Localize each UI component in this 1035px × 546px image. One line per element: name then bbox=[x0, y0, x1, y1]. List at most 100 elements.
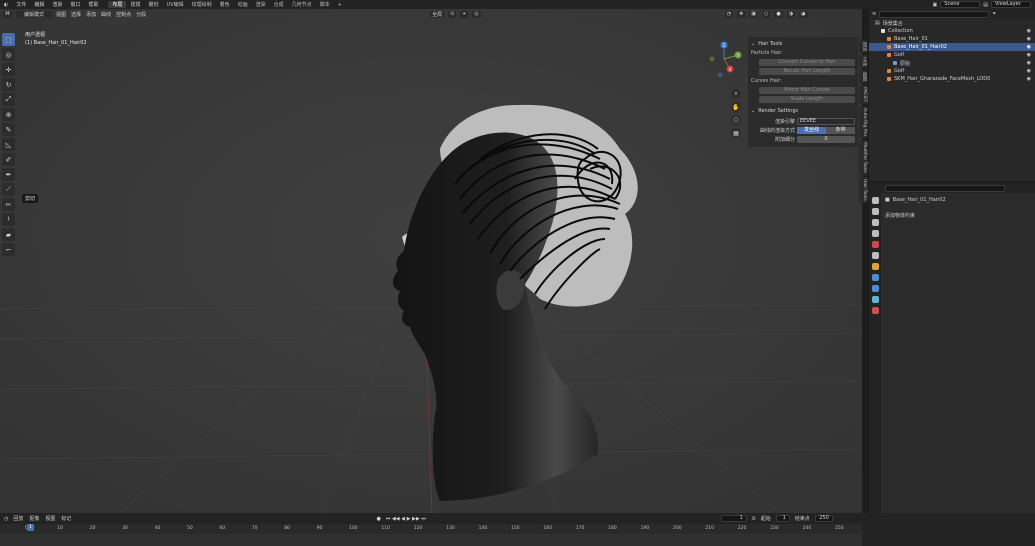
workspace-tab[interactable]: 着色 bbox=[216, 1, 234, 8]
zoom-icon[interactable]: ⌕ bbox=[731, 89, 741, 99]
timeline-ruler[interactable]: 0102030405060708090100110120130140150160… bbox=[0, 524, 862, 534]
mirror-curves-button[interactable]: Mirror Hair Curves bbox=[759, 87, 855, 94]
sidebar-tab[interactable]: 视图 bbox=[859, 70, 867, 83]
timeline-track[interactable] bbox=[0, 534, 862, 546]
visibility-eye-icon[interactable]: ◉ bbox=[1027, 76, 1035, 82]
snap-icon[interactable]: ⌖ bbox=[460, 10, 469, 18]
workspace-tab[interactable]: 雕刻 bbox=[144, 1, 162, 8]
scale-icon[interactable]: ⤢ bbox=[2, 93, 15, 106]
navigation-gizmo[interactable]: Z Y X bbox=[708, 39, 744, 89]
menu-item[interactable]: 渲染 bbox=[48, 1, 66, 8]
draw-icon[interactable]: ✐ bbox=[2, 153, 15, 166]
measure-icon[interactable]: ◺ bbox=[2, 138, 15, 151]
properties-search-input[interactable] bbox=[885, 184, 1005, 192]
workspace-tab[interactable]: UV编辑 bbox=[163, 1, 188, 8]
visibility-eye-icon[interactable]: ◉ bbox=[1027, 60, 1035, 66]
xray-icon[interactable]: ▣ bbox=[749, 10, 758, 18]
workspace-tab[interactable]: 几何节点 bbox=[288, 1, 316, 8]
timeline-menu-item[interactable]: 标记 bbox=[61, 515, 71, 522]
recalc-length-button[interactable]: Recalc Hair Length bbox=[759, 68, 855, 75]
sidebar-tab[interactable]: FACEIT bbox=[859, 85, 867, 105]
grid-view-icon[interactable]: ▦ bbox=[731, 128, 741, 138]
properties-tab-icon[interactable] bbox=[871, 230, 879, 237]
viewport-menu-item[interactable]: 视图 bbox=[56, 11, 66, 18]
proportional-edit-icon[interactable]: ◎ bbox=[472, 10, 481, 18]
workspace-tab[interactable]: 合成 bbox=[270, 1, 288, 8]
properties-tab-icon[interactable] bbox=[871, 241, 879, 248]
move-icon[interactable]: ✛ bbox=[2, 63, 15, 76]
timeline-menu-item[interactable]: 回放 bbox=[13, 515, 23, 522]
outliner-row[interactable]: Base_Hair_01 ◉ bbox=[869, 35, 1035, 43]
shading-rendered-icon[interactable]: ◕ bbox=[799, 10, 808, 18]
gizmo-icon[interactable]: ✥ bbox=[737, 10, 746, 18]
properties-tab-icon[interactable] bbox=[871, 296, 879, 303]
subdiv-field[interactable]: 0 bbox=[797, 136, 855, 143]
workspace-tab[interactable]: 纹理绘制 bbox=[188, 1, 216, 8]
viewport-menu-item[interactable]: 添加 bbox=[86, 11, 96, 18]
visibility-eye-icon[interactable]: ◉ bbox=[1027, 52, 1035, 58]
properties-tab-icon[interactable] bbox=[871, 219, 879, 226]
timeline-menu-item[interactable]: 视图 bbox=[45, 515, 55, 522]
record-icon[interactable]: ● bbox=[376, 516, 380, 522]
outliner-row[interactable]: Golf ◉ bbox=[869, 67, 1035, 75]
outliner-search-input[interactable] bbox=[879, 10, 990, 18]
radius-icon[interactable]: ⌐ bbox=[2, 243, 15, 256]
start-frame-field[interactable]: 1 bbox=[775, 515, 790, 522]
viewport-menu-item[interactable]: 选择 bbox=[71, 11, 81, 18]
view-layer-selector[interactable]: ViewLayer bbox=[991, 1, 1031, 8]
render-engine-dropdown[interactable]: EEVEE bbox=[797, 118, 855, 125]
properties-tab-icon[interactable] bbox=[871, 197, 879, 204]
annotate-icon[interactable]: ✎ bbox=[2, 123, 15, 136]
end-frame-field[interactable]: 250 bbox=[814, 515, 833, 522]
sidebar-tab[interactable]: Modifier Tools bbox=[859, 140, 867, 175]
visibility-eye-icon[interactable]: ◉ bbox=[1027, 68, 1035, 74]
scale-length-button[interactable]: Scale Length bbox=[759, 96, 855, 103]
viewport-menu-item[interactable]: 曲线 bbox=[101, 11, 111, 18]
workspace-tab[interactable]: 建模 bbox=[126, 1, 144, 8]
cursor-icon[interactable]: ◎ bbox=[2, 48, 15, 61]
outliner-row[interactable]: 原始 ◉ bbox=[869, 59, 1035, 67]
hair-tools-header[interactable]: ⌄ Hair Tools bbox=[751, 39, 855, 49]
properties-tab-icon[interactable] bbox=[871, 208, 879, 215]
pivot-icon[interactable]: ⊙ bbox=[448, 10, 457, 18]
overlay-icon[interactable]: ◔ bbox=[724, 10, 734, 18]
shading-material-icon[interactable]: ◑ bbox=[786, 10, 796, 18]
properties-tab-icon[interactable] bbox=[871, 307, 879, 314]
extrude-icon[interactable]: ⟋ bbox=[2, 183, 15, 196]
properties-tab-icon[interactable] bbox=[871, 252, 879, 259]
randomize-icon[interactable]: ▰ bbox=[2, 228, 15, 241]
playhead[interactable]: 1 bbox=[27, 524, 34, 531]
workspace-tab[interactable]: 动画 bbox=[234, 1, 252, 8]
rotate-icon[interactable]: ↻ bbox=[2, 78, 15, 91]
cut-icon[interactable]: ✂ bbox=[2, 198, 15, 211]
tilt-icon[interactable]: ⟊ bbox=[2, 213, 15, 226]
current-frame-field[interactable]: 1 bbox=[720, 515, 747, 522]
outliner-row[interactable]: Base_Hair_01_Hair02 ◉ bbox=[869, 43, 1035, 51]
properties-tab-icon[interactable] bbox=[871, 263, 879, 270]
add-constraint-button[interactable]: 添加物体约束 bbox=[885, 212, 915, 219]
transform-icon[interactable]: ⊕ bbox=[2, 108, 15, 121]
mode-selector[interactable]: 编辑模式 bbox=[16, 10, 52, 18]
pen-icon[interactable]: ✒ bbox=[2, 168, 15, 181]
3d-viewport[interactable]: ⌘ 编辑模式 视图 选择 添加 曲线 控制点 分段 全局 ⊙ ⌖ ◎ ◔ ✥ ▣ ○ ● … bbox=[0, 9, 862, 513]
timeline-menu-item[interactable]: 抠像 bbox=[29, 515, 39, 522]
pan-hand-icon[interactable]: ✋ bbox=[731, 102, 741, 112]
outliner-row[interactable]: Collection ◉ bbox=[869, 27, 1035, 35]
viewport-menu-item[interactable]: 分段 bbox=[136, 11, 146, 18]
outliner-row[interactable]: SKM_Hair_Gharazade_FaceMesh_LOD0 ◉ bbox=[869, 75, 1035, 83]
outliner-filter-icon[interactable]: ≡ bbox=[872, 11, 876, 17]
hair-mode-option[interactable]: 条带 bbox=[826, 127, 855, 134]
scene-selector[interactable]: Scene bbox=[940, 1, 981, 8]
select-box-icon[interactable]: ⬚ bbox=[2, 33, 15, 46]
visibility-eye-icon[interactable]: ◉ bbox=[1027, 36, 1035, 42]
scene-collection-row[interactable]: ▤ 场景集合 bbox=[869, 19, 1035, 27]
add-workspace-button[interactable]: + bbox=[334, 2, 346, 8]
visibility-eye-icon[interactable]: ◉ bbox=[1027, 44, 1035, 50]
menu-item[interactable]: 编辑 bbox=[30, 1, 48, 8]
blender-logo-icon[interactable]: ◐ bbox=[0, 2, 12, 8]
menu-item[interactable]: 窗口 bbox=[66, 1, 84, 8]
shading-wireframe-icon[interactable]: ○ bbox=[762, 10, 771, 18]
visibility-eye-icon[interactable]: ◉ bbox=[1027, 28, 1035, 34]
timeline-editor-icon[interactable]: ◷ bbox=[4, 516, 8, 522]
camera-icon[interactable]: ⎔ bbox=[731, 115, 741, 125]
